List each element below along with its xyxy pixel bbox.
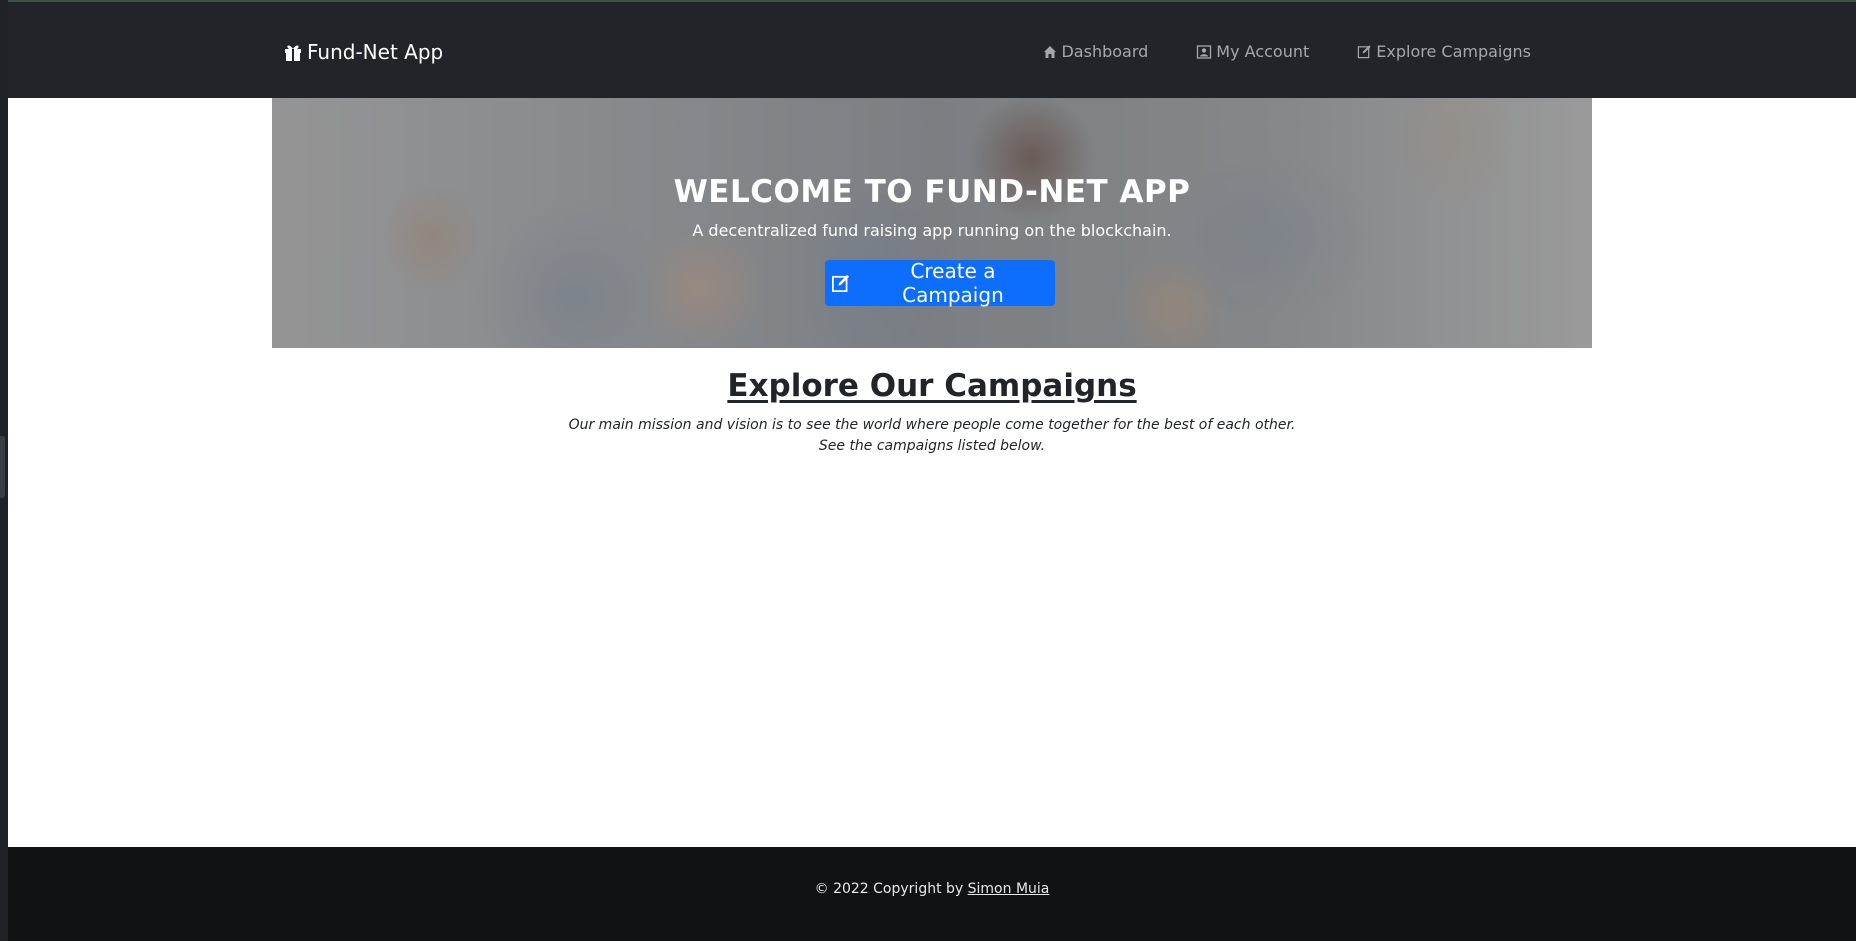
edit-icon — [1358, 45, 1371, 59]
nav-link-explore-campaigns[interactable]: Explore Campaigns — [1357, 42, 1531, 61]
hero-banner: WELCOME TO FUND-NET APP A decentralized … — [272, 98, 1592, 348]
nav-link-dashboard-label: Dashboard — [1061, 42, 1149, 61]
create-campaign-label: Create a Campaign — [902, 259, 1004, 307]
hero-subtitle: A decentralized fund raising app running… — [692, 221, 1172, 240]
nav-link-my-account-label: My Account — [1216, 42, 1310, 61]
nav-link-explore-campaigns-label: Explore Campaigns — [1376, 42, 1531, 61]
footer-copyright: © 2022 Copyright by Simon Muia — [8, 881, 1856, 897]
user-badge-icon — [1197, 44, 1212, 59]
brand-label: Fund-Net App — [307, 40, 444, 64]
nav-link-my-account[interactable]: My Account — [1196, 42, 1309, 61]
author-link[interactable]: Simon Muia — [968, 881, 1050, 897]
page: Fund-Net App Dashboard My Account Explor… — [8, 0, 1856, 941]
explore-title: Explore Our Campaigns — [727, 368, 1137, 404]
nav-link-dashboard[interactable]: Dashboard — [1043, 42, 1148, 61]
create-campaign-button[interactable]: Create a Campaign — [825, 259, 1055, 307]
browser-side-strip — [0, 0, 8, 941]
gift-icon — [285, 45, 301, 61]
explore-description: Our main mission and vision is to see th… — [8, 415, 1856, 457]
side-panel-handle[interactable] — [0, 436, 5, 498]
explore-line-2: See the campaigns listed below. — [818, 438, 1046, 454]
navbar: Fund-Net App Dashboard My Account Explor… — [8, 0, 1856, 98]
explore-line-1: Our main mission and vision is to see th… — [568, 417, 1296, 433]
copyright-text: © 2022 Copyright by — [814, 881, 964, 897]
hero-title: WELCOME TO FUND-NET APP — [673, 174, 1191, 210]
brand-link[interactable]: Fund-Net App — [283, 40, 443, 64]
home-icon — [1044, 45, 1057, 58]
nav-links: Dashboard My Account Explore Campaigns — [995, 42, 1531, 61]
edit-icon — [831, 274, 850, 292]
footer: © 2022 Copyright by Simon Muia — [8, 847, 1856, 941]
